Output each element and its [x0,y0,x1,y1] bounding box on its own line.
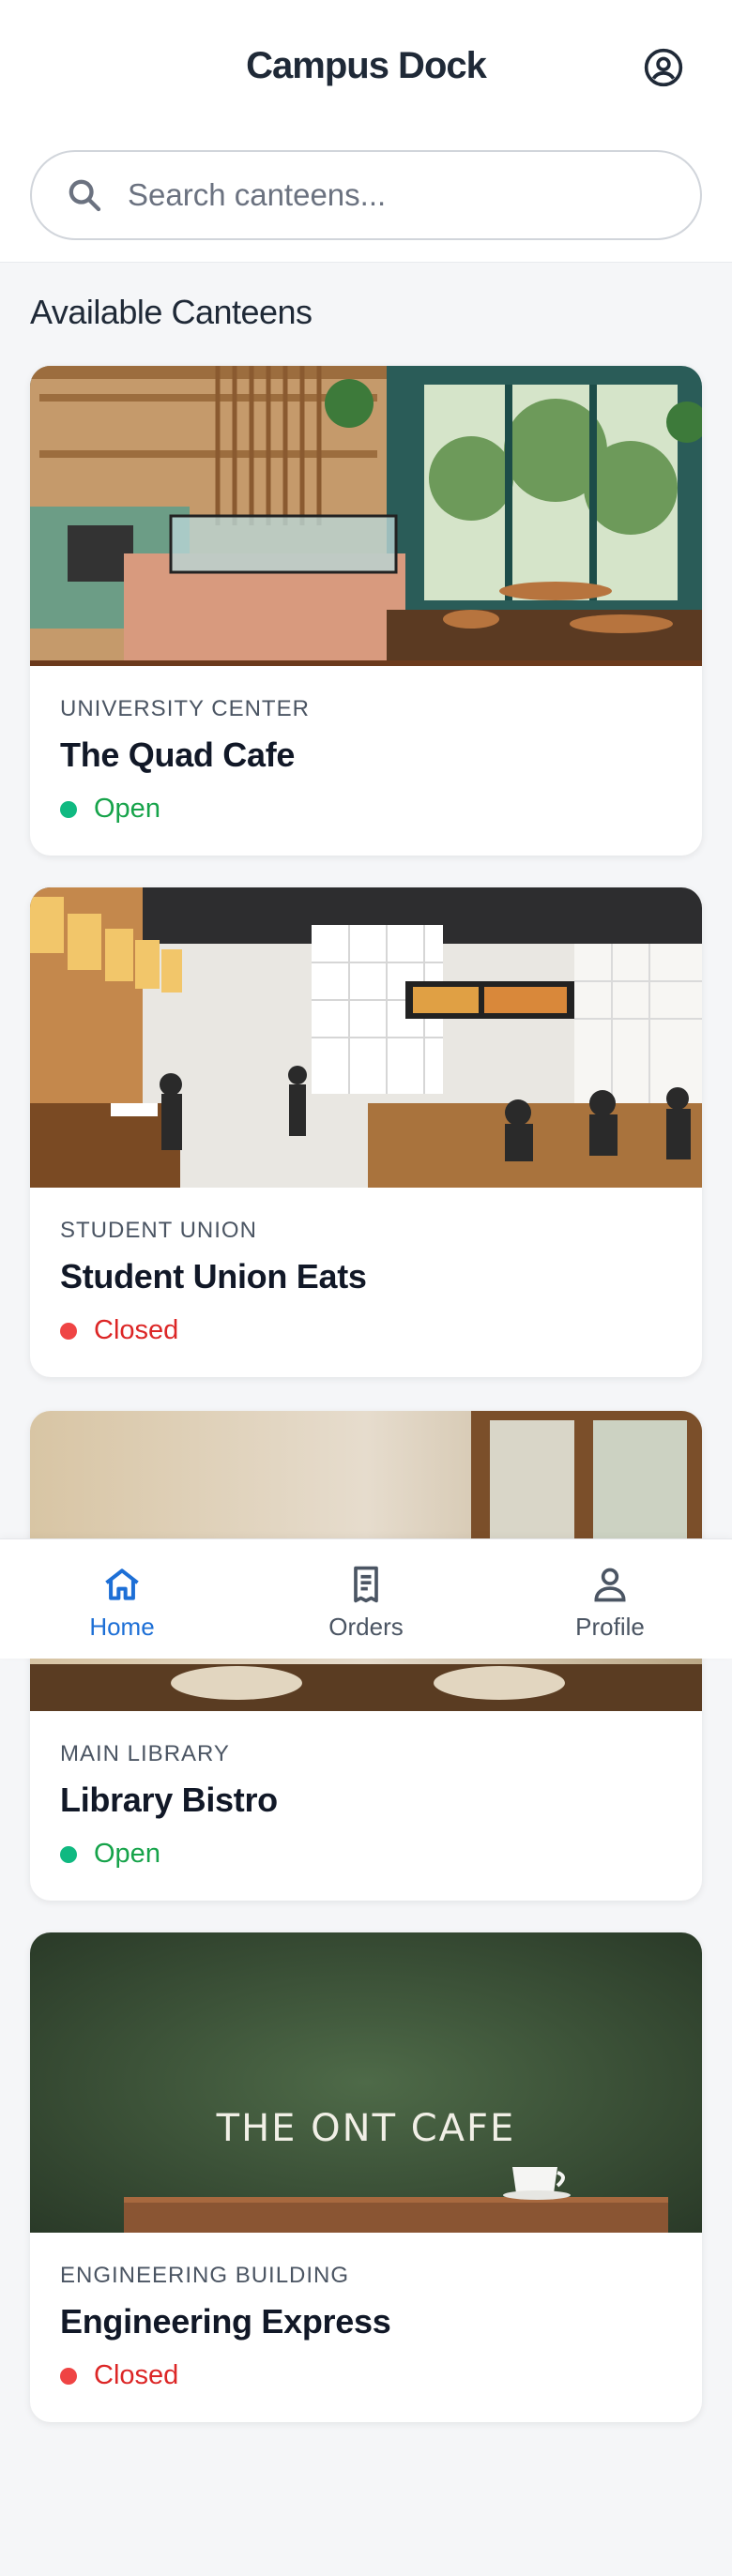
status-dot [60,1845,77,1863]
home-icon [105,1568,139,1600]
canteen-location: ENGINEERING BUILDING [60,2263,350,2288]
status-label: Closed [94,1315,179,1345]
app-header: Campus Dock [0,0,732,263]
canteen-photo [30,887,702,1188]
app-title: Campus Dock [246,45,487,86]
nav-item-orders[interactable]: Orders [244,1539,488,1659]
user-circle-icon [644,48,683,87]
cafe-sign-text: THE ONT CAFE [216,2107,516,2150]
canteen-name: Student Union Eats [60,1257,367,1296]
canteen-card[interactable]: UNIVERSITY CENTER The Quad Cafe Open [30,366,702,856]
status-dot [60,1322,77,1340]
status-label: Open [94,794,160,824]
canteen-name: Library Bistro [60,1780,278,1819]
search-input[interactable] [128,177,653,213]
status-badge: Closed [60,2360,672,2391]
nav-item-profile[interactable]: Profile [488,1539,732,1659]
section-title: Available Canteens [30,293,313,331]
canteen-name: The Quad Cafe [60,735,296,774]
receipt-icon [354,1566,378,1602]
nav-label: Orders [328,1612,404,1641]
status-badge: Open [60,1839,672,1870]
canteen-card[interactable]: THE ONT CAFE ENGINEERING BUILDING Engine… [30,1932,702,2422]
search-bar[interactable] [30,150,702,240]
status-label: Open [94,1839,160,1869]
canteen-location: MAIN LIBRARY [60,1741,230,1766]
status-badge: Open [60,794,672,825]
status-dot [60,800,77,818]
canteen-card[interactable]: STUDENT UNION Student Union Eats Closed [30,887,702,1377]
nav-label: Home [89,1612,155,1641]
bottom-nav: Home Orders Profile [0,1538,732,1659]
status-badge: Closed [60,1315,672,1346]
canteen-photo [30,366,702,666]
status-dot [60,2367,77,2385]
profile-button[interactable] [641,45,686,90]
canteen-name: Engineering Express [60,2302,391,2341]
status-label: Closed [94,2360,179,2390]
search-icon [64,174,105,216]
nav-label: Profile [575,1612,645,1641]
canteen-location: STUDENT UNION [60,1218,257,1243]
canteen-location: UNIVERSITY CENTER [60,696,310,721]
person-icon [594,1568,626,1601]
nav-item-home[interactable]: Home [0,1539,244,1659]
canteen-photo: THE ONT CAFE [30,1932,702,2233]
